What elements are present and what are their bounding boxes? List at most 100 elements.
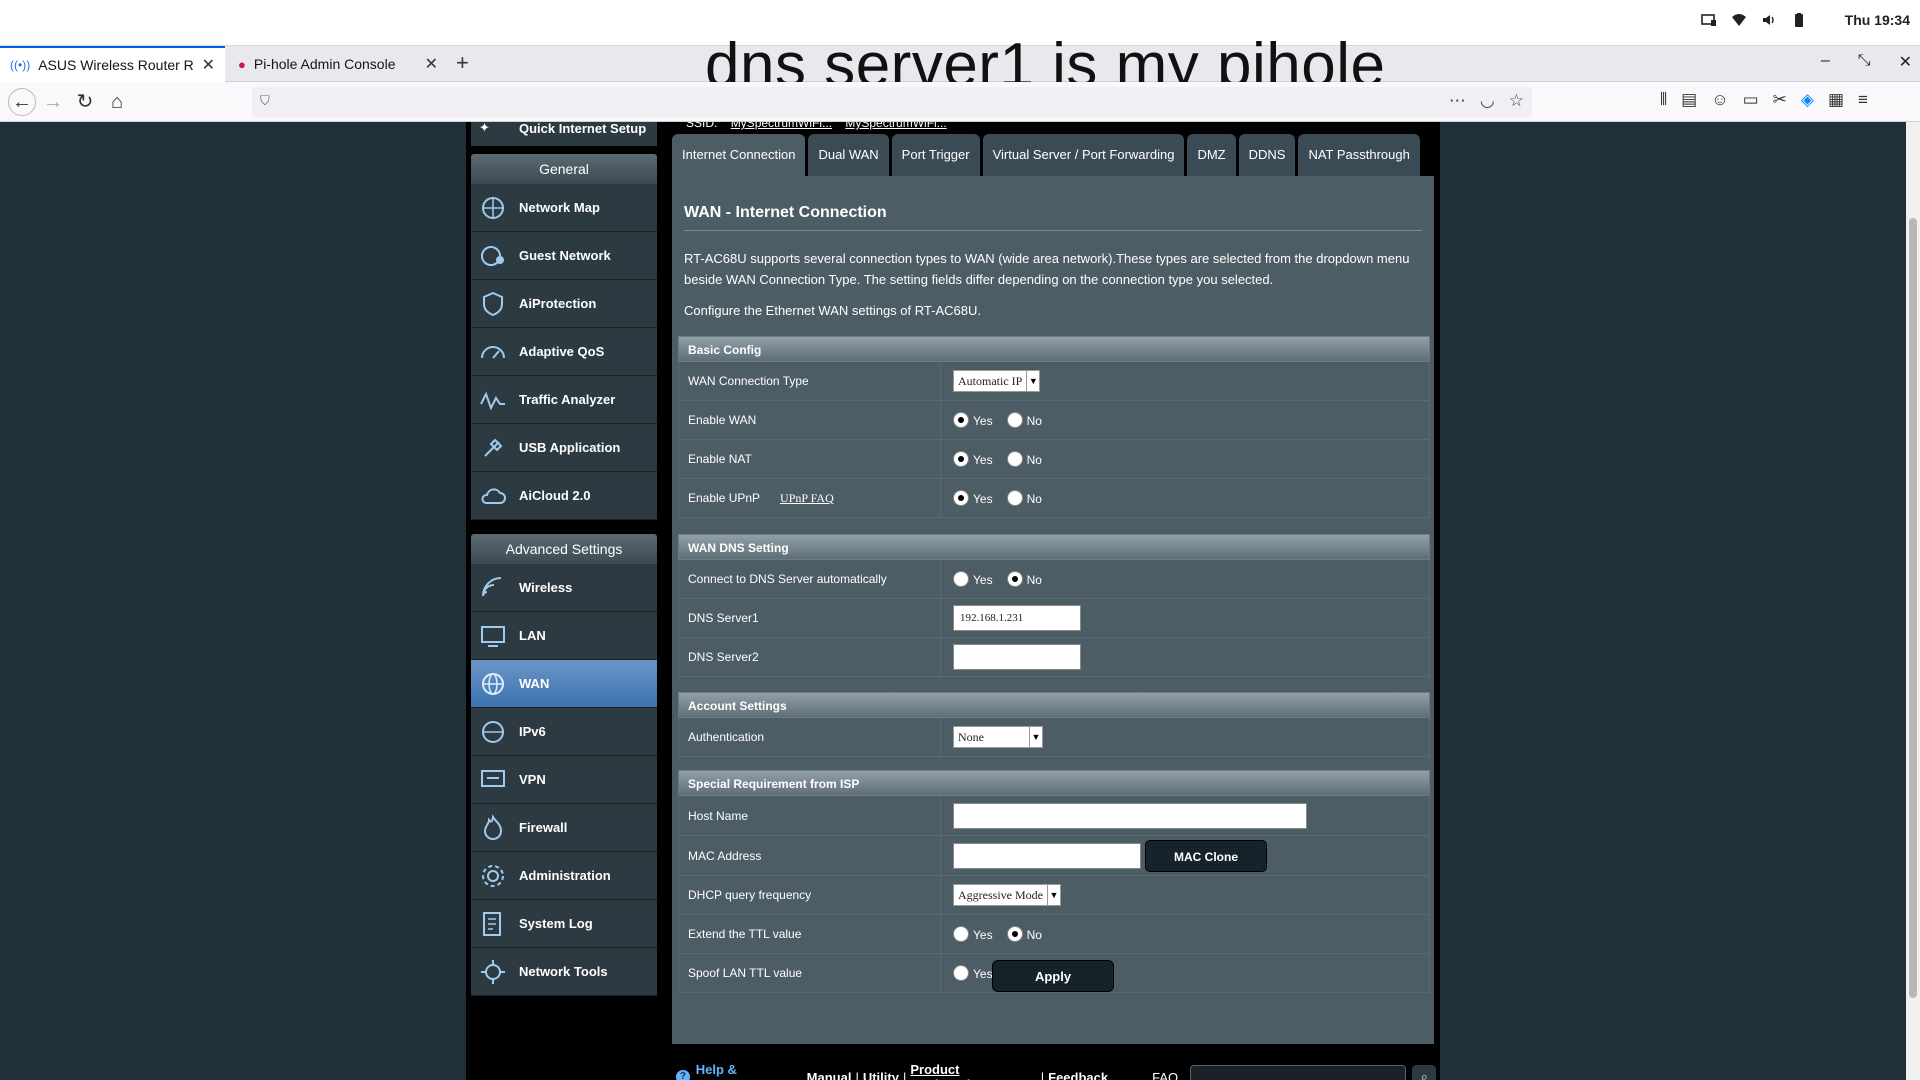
shield-icon[interactable]: ⛉ <box>260 93 270 109</box>
dns-server2-input[interactable] <box>953 644 1081 670</box>
sidebar-icon[interactable]: ▤ <box>1681 90 1697 110</box>
tab-dmz[interactable]: DMZ <box>1187 134 1236 176</box>
enable-nat-yes[interactable]: Yes <box>953 451 993 467</box>
enable-upnp-no[interactable]: No <box>1006 490 1042 506</box>
sidebar-item-wan[interactable]: WAN <box>471 660 657 708</box>
sidebar-item-adaptive-qos[interactable]: Adaptive QoS <box>471 328 657 376</box>
extend-ttl-yes[interactable]: Yes <box>953 926 993 942</box>
tab-nat-passthrough[interactable]: NAT Passthrough <box>1298 134 1420 176</box>
more-actions-icon[interactable]: ⋯ <box>1449 91 1466 111</box>
auth-select[interactable]: None ▼ <box>953 726 1043 748</box>
tab-ddns[interactable]: DDNS <box>1238 134 1296 176</box>
radio-label: Yes <box>973 967 993 981</box>
host-name-input[interactable] <box>953 802 1307 829</box>
scrollbar-thumb[interactable] <box>1909 218 1917 998</box>
account-icon[interactable]: ☺ <box>1711 90 1728 110</box>
sidebar-item-administration[interactable]: Administration <box>471 852 657 900</box>
new-tab-icon[interactable]: + <box>456 50 469 76</box>
sidebar-item-aiprotection[interactable]: AiProtection <box>471 280 657 328</box>
sidebar-item-traffic-analyzer[interactable]: Traffic Analyzer <box>471 376 657 424</box>
grid-extension-icon[interactable]: ▦ <box>1828 90 1844 110</box>
minimize-icon[interactable]: – <box>1821 52 1830 72</box>
extend-ttl-no[interactable]: No <box>1006 926 1042 942</box>
dns-auto-yes[interactable]: Yes <box>953 571 993 587</box>
traffic-icon <box>479 386 507 414</box>
page-scrollbar[interactable] <box>1906 122 1920 1080</box>
clock[interactable]: Thu 19:34 <box>1845 12 1910 28</box>
help-support[interactable]: ? Help & Support <box>676 1062 789 1080</box>
mac-address-input[interactable] <box>953 842 1141 869</box>
wan-type-select[interactable]: Automatic IP ▼ <box>953 370 1041 392</box>
sidebar-item-ipv6[interactable]: IPv6 <box>471 708 657 756</box>
upnp-faq-link[interactable]: UPnP FAQ <box>780 491 834 506</box>
container-icon[interactable]: ◈ <box>1801 90 1814 110</box>
guest-network-icon <box>479 242 507 270</box>
cloud-icon <box>479 482 507 510</box>
url-bar[interactable]: ⛉ ⋯ ◡ ☆ <box>252 87 1532 117</box>
apply-button[interactable]: Apply <box>992 960 1114 992</box>
reload-icon[interactable]: ↻ <box>72 89 98 115</box>
enable-wan-no[interactable]: No <box>1006 412 1042 428</box>
maximize-icon[interactable]: ⤡ <box>1858 52 1871 72</box>
ssid-line: SSID: MySpectrumWiFi... MySpectrumWiFi..… <box>686 122 947 130</box>
sidebar-item-aicloud[interactable]: AiCloud 2.0 <box>471 472 657 520</box>
mac-address-label: MAC Address <box>679 836 941 875</box>
section-header: Account Settings <box>678 692 1430 718</box>
pocket-icon[interactable]: ◡ <box>1480 91 1495 111</box>
enable-upnp-label: Enable UPnP UPnP FAQ <box>679 479 941 517</box>
enable-nat-no[interactable]: No <box>1006 451 1042 467</box>
home-icon[interactable]: ⌂ <box>104 89 130 115</box>
extension-icon[interactable]: ✂ <box>1773 90 1787 110</box>
dns-auto-no[interactable]: No <box>1006 571 1042 587</box>
close-icon[interactable]: ✕ <box>425 54 438 74</box>
footer-link-registration[interactable]: Product Registration <box>910 1062 1036 1080</box>
sidebar-item-usb-application[interactable]: USB Application <box>471 424 657 472</box>
ssid-link-5ghz[interactable]: MySpectrumWiFi... <box>845 122 946 130</box>
tab-virtual-server[interactable]: Virtual Server / Port Forwarding <box>982 134 1185 176</box>
footer-link-utility[interactable]: Utility <box>863 1070 899 1080</box>
sidebar-item-system-log[interactable]: System Log <box>471 900 657 948</box>
section-header: Special Requirement from ISP <box>678 770 1430 796</box>
library-icon[interactable]: ⫴ <box>1660 90 1667 110</box>
dhcp-frequency-select[interactable]: Aggressive Mode ▼ <box>953 884 1061 906</box>
sidebar-item-wireless[interactable]: Wireless <box>471 564 657 612</box>
ssid-link-24ghz[interactable]: MySpectrumWiFi... <box>731 122 832 130</box>
tab-port-trigger[interactable]: Port Trigger <box>891 134 980 176</box>
tab-dual-wan[interactable]: Dual WAN <box>808 134 889 176</box>
wifi-icon[interactable] <box>1731 12 1747 28</box>
screenshot-icon[interactable]: ▭ <box>1743 90 1759 110</box>
configure-text: Configure the Ethernet WAN settings of R… <box>684 303 981 318</box>
sidebar-item-label: WAN <box>519 676 550 691</box>
enable-wan-yes[interactable]: Yes <box>953 412 993 428</box>
dns-server2-label: DNS Server2 <box>679 638 941 676</box>
spoof-ttl-yes[interactable]: Yes <box>953 965 993 981</box>
close-window-icon[interactable]: ✕ <box>1899 52 1912 72</box>
sidebar-item-quick-setup[interactable]: ✦ Quick Internet Setup <box>471 122 657 146</box>
footer-link-feedback[interactable]: Feedback <box>1048 1070 1108 1080</box>
display-icon[interactable] <box>1700 12 1717 28</box>
close-icon[interactable]: ✕ <box>202 55 215 75</box>
mac-clone-button[interactable]: MAC Clone <box>1145 839 1267 872</box>
select-value: Automatic IP <box>958 373 1023 388</box>
sidebar-item-vpn[interactable]: VPN <box>471 756 657 804</box>
sidebar-item-network-map[interactable]: Network Map <box>471 184 657 232</box>
search-icon[interactable]: ⌕ <box>1412 1065 1437 1080</box>
sidebar-item-guest-network[interactable]: Guest Network <box>471 232 657 280</box>
sidebar-item-firewall[interactable]: Firewall <box>471 804 657 852</box>
browser-tab-pihole[interactable]: ● Pi-hole Admin Console ✕ <box>228 46 448 82</box>
sidebar-item-network-tools[interactable]: Network Tools <box>471 948 657 996</box>
enable-upnp-yes[interactable]: Yes <box>953 490 993 506</box>
lan-icon <box>479 622 507 650</box>
battery-icon[interactable] <box>1791 12 1807 28</box>
tab-internet-connection[interactable]: Internet Connection <box>672 134 806 176</box>
back-icon[interactable]: ← <box>8 88 36 116</box>
footer-link-manual[interactable]: Manual <box>807 1070 852 1080</box>
faq-search-input[interactable] <box>1190 1065 1407 1080</box>
sidebar-item-lan[interactable]: LAN <box>471 612 657 660</box>
browser-tab-asus[interactable]: ((•)) ASUS Wireless Router RT- ✕ <box>0 46 225 82</box>
bookmark-star-icon[interactable]: ☆ <box>1509 91 1524 111</box>
volume-icon[interactable] <box>1761 12 1777 28</box>
dns-server1-input[interactable]: 192.168.1.231 <box>953 605 1081 631</box>
forward-icon[interactable]: → <box>40 89 66 115</box>
menu-icon[interactable]: ≡ <box>1858 90 1868 110</box>
